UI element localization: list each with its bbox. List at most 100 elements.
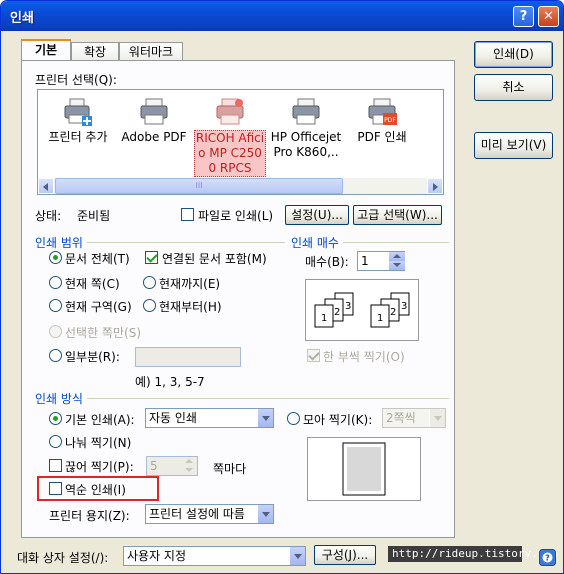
printer-name: RICOH Aficio MP C2500 RPCS	[194, 130, 266, 177]
basic-print-select[interactable]: 자동 인쇄	[145, 408, 274, 428]
tab-basic[interactable]: 기본	[21, 39, 71, 62]
svg-text:2: 2	[334, 307, 340, 318]
range-all-radio[interactable]	[49, 251, 62, 264]
print-to-file-checkbox[interactable]	[181, 208, 194, 221]
close-button[interactable]: ✕	[538, 6, 559, 27]
interrupt-pages-stepper[interactable]	[181, 457, 197, 475]
print-method-divider	[35, 398, 449, 399]
tab-extended[interactable]: 확장	[71, 42, 119, 62]
paper-select[interactable]: 프린터 설정에 따름	[145, 504, 274, 524]
printer-icon	[292, 98, 320, 125]
collate-preview-image: 3 2 1 3 2 1	[305, 279, 419, 341]
printer-item-add[interactable]: 프린터 추가	[38, 90, 118, 178]
stepper-up-icon[interactable]	[389, 252, 405, 261]
copies-title: 인쇄 매수	[291, 234, 343, 251]
gather-print-select[interactable]: 2쪽씩	[382, 408, 446, 428]
chevron-down-icon[interactable]	[257, 505, 273, 523]
watermark-url: http://rideup.tistory.com	[388, 546, 558, 562]
print-method-title: 인쇄 방식	[35, 390, 87, 407]
stepper-down-icon[interactable]	[389, 261, 405, 270]
chevron-down-icon[interactable]	[289, 547, 305, 565]
gather-print-radio[interactable]	[287, 412, 300, 425]
pdf-printer-icon: PDF	[368, 98, 397, 125]
svg-text:2: 2	[390, 307, 396, 318]
stepper-up-icon[interactable]	[181, 457, 197, 466]
basic-print-radio[interactable]	[49, 412, 62, 425]
include-linked-checkbox[interactable]	[145, 251, 158, 264]
title-bar[interactable]: 인쇄 ? ✕	[1, 1, 563, 31]
svg-text:PDF: PDF	[384, 117, 396, 124]
interrupt-print-label: 끊어 찍기(P):	[65, 460, 134, 474]
range-from-current-radio[interactable]	[143, 299, 156, 312]
range-some-pages-radio[interactable]	[49, 349, 62, 362]
chevron-down-icon[interactable]	[257, 409, 273, 427]
range-current-section-radio[interactable]	[49, 299, 62, 312]
range-all-label: 문서 전체(T)	[65, 252, 130, 266]
tab-watermark[interactable]: 워터마크	[119, 42, 183, 62]
svg-text:1: 1	[321, 313, 327, 324]
printer-list-scrollbar[interactable]: III	[38, 178, 443, 194]
split-print-label: 나눠 찍기(N)	[65, 436, 132, 450]
printer-item-hp[interactable]: HP Officejet Pro K860,..	[266, 90, 346, 178]
help-circle-icon[interactable]: ?	[539, 549, 556, 566]
printer-name: HP Officejet Pro K860,..	[270, 130, 342, 159]
printer-item-ricoh[interactable]: RICOH Aficio MP C2500 RPCS	[190, 90, 270, 178]
range-up-to-current-label: 현재까지(E)	[159, 277, 221, 291]
printer-select-label: 프린터 선택(Q):	[35, 73, 117, 87]
dialog-settings-select[interactable]: 사용자 지정	[123, 546, 306, 566]
printer-item-picture[interactable]: 그림	[418, 90, 443, 178]
window-title: 인쇄	[10, 11, 34, 26]
basic-print-label: 기본 인쇄(A):	[65, 413, 135, 427]
range-current-section-label: 현재 구역(G)	[65, 300, 132, 314]
range-selected-pages-radio[interactable]	[49, 325, 62, 338]
range-from-current-label: 현재부터(H)	[159, 300, 222, 314]
basic-print-value: 자동 인쇄	[149, 411, 197, 425]
page-range-example: 예) 1, 3, 5-7	[135, 375, 205, 389]
copies-stepper[interactable]	[389, 252, 405, 270]
page-layout-preview-image	[307, 437, 421, 501]
range-up-to-current-radio[interactable]	[143, 276, 156, 289]
printer-name: 프린터 추가	[48, 130, 108, 144]
interrupt-print-checkbox[interactable]	[49, 459, 62, 472]
printer-name: PDF 인쇄	[357, 130, 407, 144]
settings-button[interactable]: 설정(U)...	[285, 205, 349, 225]
range-current-page-radio[interactable]	[49, 276, 62, 289]
reverse-print-highlight	[37, 476, 159, 501]
chevron-down-icon[interactable]	[429, 409, 445, 427]
split-print-radio[interactable]	[49, 435, 62, 448]
printer-list[interactable]: 프린터 추가 Adobe PDF RICOH Aficio MP C2500 R…	[37, 89, 444, 195]
range-some-pages-label: 일부분(R):	[65, 350, 120, 364]
print-dialog: 인쇄 ? ✕ 기본 확장 워터마크 프린터 선택(Q): 프린터 추가 Adob…	[0, 0, 564, 574]
svg-text:3: 3	[401, 301, 407, 312]
print-button[interactable]: 인쇄(D)	[474, 41, 553, 68]
svg-text:?: ?	[545, 554, 550, 563]
printer-name: 그림	[418, 130, 443, 145]
configure-button[interactable]: 구성(J)...	[314, 545, 376, 565]
print-to-file-label: 파일로 인쇄(L)	[198, 209, 274, 223]
scroll-thumb[interactable]: III	[55, 178, 343, 194]
svg-text:1: 1	[377, 313, 383, 324]
range-selected-pages-label: 선택한 쪽만(S)	[65, 326, 141, 340]
paper-value: 프린터 설정에 따름	[149, 507, 245, 521]
copies-label: 매수(B):	[305, 255, 349, 269]
help-button[interactable]: ?	[513, 6, 534, 27]
range-current-page-label: 현재 쪽(C)	[65, 277, 120, 291]
cancel-button[interactable]: 취소	[474, 74, 553, 101]
scroll-left-arrow-icon[interactable]	[38, 178, 54, 194]
printer-item-pdf-print[interactable]: PDF PDF 인쇄	[342, 90, 422, 178]
dialog-settings-value: 사용자 지정	[127, 549, 187, 563]
collate-checkbox[interactable]	[307, 349, 320, 362]
printer-item-adobe-pdf[interactable]: Adobe PDF	[114, 90, 194, 178]
printer-name: Adobe PDF	[121, 130, 187, 144]
preview-button[interactable]: 미리 보기(V)	[474, 132, 553, 159]
status-value: 준비됨	[77, 209, 111, 223]
printer-icon	[140, 98, 168, 125]
scroll-right-arrow-icon[interactable]	[427, 178, 443, 194]
include-linked-label: 연결된 문서 포함(M)	[162, 252, 267, 266]
advanced-options-button[interactable]: 고급 선택(W)...	[353, 205, 442, 225]
page-range-input[interactable]	[135, 347, 241, 367]
printer-icon	[216, 98, 244, 125]
stepper-down-icon[interactable]	[181, 466, 197, 475]
svg-text:3: 3	[345, 301, 351, 312]
status-label: 상태:	[35, 209, 62, 223]
